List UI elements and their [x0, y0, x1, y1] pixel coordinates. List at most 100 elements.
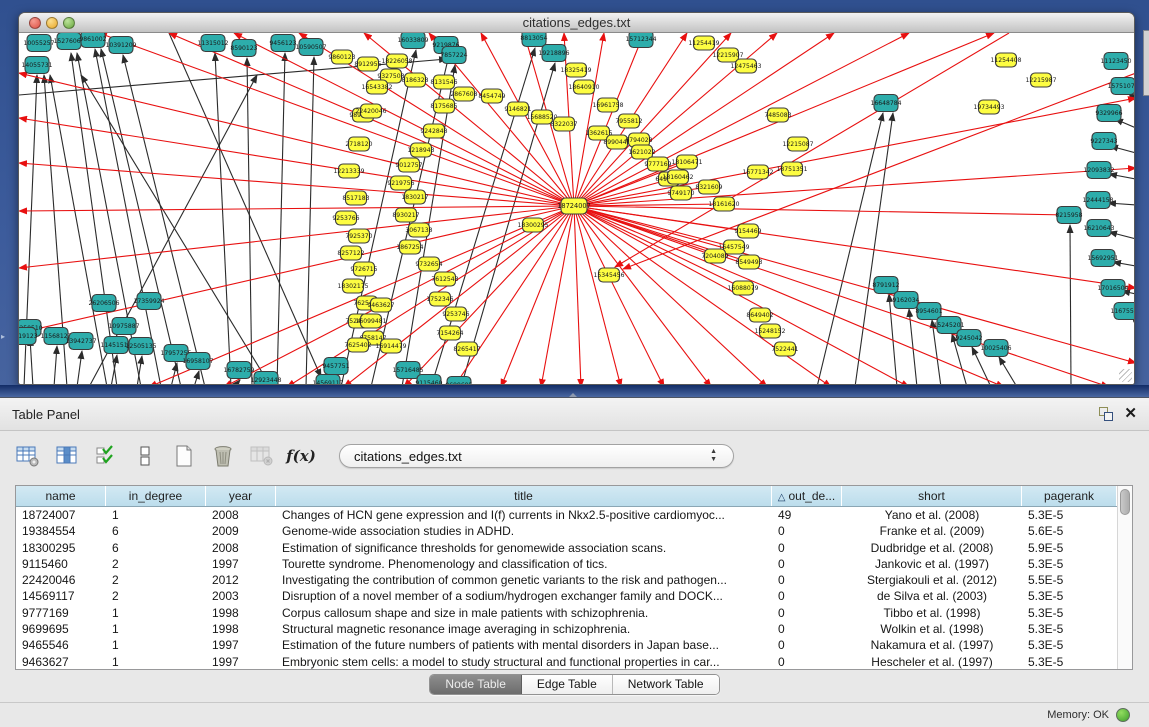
graph-node[interactable]: 7522441 [771, 342, 798, 356]
cell-out_de[interactable]: 49 [772, 507, 842, 523]
cell-pagerank[interactable]: 5.9E-5 [1022, 540, 1117, 556]
new-document-icon[interactable] [171, 444, 197, 468]
graph-node[interactable]: 12505135 [125, 338, 156, 355]
graph-node[interactable]: 3067138 [405, 223, 432, 237]
graph-node[interactable]: 9253766 [332, 211, 359, 225]
graph-node[interactable]: 16958107 [182, 353, 213, 370]
window-titlebar[interactable]: citations_edges.txt [19, 13, 1134, 33]
cell-out_de[interactable]: 0 [772, 637, 842, 653]
graph-node[interactable]: 9219756 [387, 176, 414, 190]
graph-node[interactable]: 8322037 [550, 117, 577, 131]
graph-node[interactable]: 12923448 [250, 372, 281, 386]
graph-node[interactable]: 16771342 [742, 165, 773, 179]
table-selector-dropdown[interactable]: citations_edges.txt ▲▼ [339, 444, 734, 468]
graph-node[interactable]: 9861002 [79, 33, 106, 48]
graph-node[interactable]: 7154264 [436, 326, 463, 340]
graph-node[interactable]: 1867254 [396, 240, 423, 254]
cell-year[interactable]: 1998 [206, 621, 276, 637]
graph-node[interactable]: 11315012 [197, 35, 228, 52]
graph-node[interactable]: 8590123 [230, 40, 257, 57]
cell-title[interactable]: Disruption of a novel member of a sodium… [276, 588, 772, 604]
graph-node[interactable]: 7925370 [345, 229, 372, 243]
cell-year[interactable]: 2009 [206, 523, 276, 539]
cell-title[interactable]: Changes of HCN gene expression and I(f) … [276, 507, 772, 523]
graph-node[interactable]: 1830217 [401, 190, 428, 204]
cell-name[interactable]: 9777169 [16, 605, 106, 621]
toggle-columns-icon[interactable] [54, 444, 80, 468]
graph-node[interactable]: 11254419 [688, 36, 719, 50]
graph-node[interactable]: 14569117 [312, 375, 343, 386]
cell-year[interactable]: 2012 [206, 572, 276, 588]
cell-in_degree[interactable]: 6 [106, 540, 206, 556]
table-panel-header[interactable]: Table Panel ✕ [0, 398, 1149, 431]
graph-node[interactable]: 3919123 [19, 328, 38, 345]
cell-name[interactable]: 9699695 [16, 621, 106, 637]
cell-in_degree[interactable]: 1 [106, 621, 206, 637]
graph-node[interactable]: 19218896 [538, 45, 569, 62]
cell-title[interactable]: Investigating the contribution of common… [276, 572, 772, 588]
cell-pagerank[interactable]: 5.3E-5 [1022, 605, 1117, 621]
cell-short[interactable]: Franke et al. (2009) [842, 523, 1022, 539]
graph-node[interactable]: 9749170 [667, 186, 694, 200]
graph-node[interactable]: 16782759 [223, 362, 254, 379]
cell-in_degree[interactable]: 1 [106, 637, 206, 653]
graph-node[interactable]: 8791912 [872, 277, 899, 294]
cell-pagerank[interactable]: 5.3E-5 [1022, 556, 1117, 572]
cell-in_degree[interactable]: 6 [106, 523, 206, 539]
graph-node[interactable]: 1218943 [407, 143, 434, 157]
graph-node[interactable]: 17359924 [133, 293, 164, 310]
table-row[interactable]: 946362711997Embryonic stem cells: a mode… [16, 654, 1117, 669]
cell-in_degree[interactable]: 2 [106, 572, 206, 588]
graph-node[interactable]: 15345456 [593, 268, 624, 282]
table-body[interactable]: 1872400712008Changes of HCN gene express… [16, 507, 1117, 669]
graph-node[interactable]: 7857224 [440, 47, 467, 64]
cell-pagerank[interactable]: 5.3E-5 [1022, 637, 1117, 653]
graph-node[interactable]: 7204089 [701, 249, 728, 263]
trash-icon[interactable] [210, 444, 236, 468]
graph-node[interactable]: 9726715 [350, 262, 377, 276]
graph-node[interactable]: 9777169 [644, 157, 671, 171]
graph-node[interactable]: 9456123 [269, 35, 296, 52]
cell-name[interactable]: 14569117 [16, 588, 106, 604]
graph-node[interactable]: 10025406 [980, 340, 1011, 357]
cell-short[interactable]: Yano et al. (2008) [842, 507, 1022, 523]
graph-node[interactable]: 9699695 [445, 377, 472, 386]
window-resize-grip[interactable] [1119, 369, 1132, 382]
tab-network-table[interactable]: Network Table [613, 675, 719, 694]
graph-node[interactable]: 9115460 [415, 375, 442, 386]
cell-out_de[interactable]: 0 [772, 523, 842, 539]
cell-out_de[interactable]: 0 [772, 572, 842, 588]
graph-node[interactable]: 8321609 [695, 180, 722, 194]
cell-title[interactable]: Embryonic stem cells: a model to study s… [276, 654, 772, 669]
graph-node[interactable]: 16033809 [397, 33, 428, 49]
tab-node-table[interactable]: Node Table [430, 675, 522, 694]
graph-node[interactable]: 8813054 [520, 33, 547, 47]
table-row[interactable]: 911546021997Tourette syndrome. Phenomeno… [16, 556, 1117, 572]
cell-short[interactable]: de Silva et al. (2003) [842, 588, 1022, 604]
cell-short[interactable]: Dudbridge et al. (2008) [842, 540, 1022, 556]
cell-pagerank[interactable]: 5.6E-5 [1022, 523, 1117, 539]
cell-short[interactable]: Hescheler et al. (1997) [842, 654, 1022, 669]
graph-node[interactable]: 15751074 [1107, 78, 1134, 95]
graph-node[interactable]: 26206506 [88, 295, 119, 312]
column-header-pagerank[interactable]: pagerank [1022, 486, 1117, 506]
column-header-in_degree[interactable]: in_degree [106, 486, 206, 506]
cell-name[interactable]: 9465546 [16, 637, 106, 653]
graph-node[interactable]: 9227343 [1090, 133, 1117, 150]
cell-title[interactable]: Corpus callosum shape and size in male p… [276, 605, 772, 621]
graph-node[interactable]: 2718120 [345, 137, 372, 151]
cell-year[interactable]: 1998 [206, 605, 276, 621]
graph-node[interactable]: 9012757 [395, 158, 422, 172]
graph-node[interactable]: 8175685 [430, 99, 457, 113]
cell-pagerank[interactable]: 5.5E-5 [1022, 572, 1117, 588]
graph-node[interactable]: 18106471 [671, 155, 702, 169]
column-header-name[interactable]: name [16, 486, 106, 506]
graph-node[interactable]: 8215958 [1055, 207, 1082, 224]
function-builder-icon[interactable]: f(x) [288, 444, 314, 468]
graph-node[interactable]: 15692951 [1087, 250, 1118, 267]
table-row[interactable]: 946554611997Estimation of the future num… [16, 637, 1117, 653]
cell-out_de[interactable]: 0 [772, 654, 842, 669]
graph-node[interactable]: 8649402 [746, 308, 773, 322]
network-view-window[interactable]: citations_edges.txt 14055731100552571527… [18, 12, 1135, 385]
cell-out_de[interactable]: 0 [772, 588, 842, 604]
